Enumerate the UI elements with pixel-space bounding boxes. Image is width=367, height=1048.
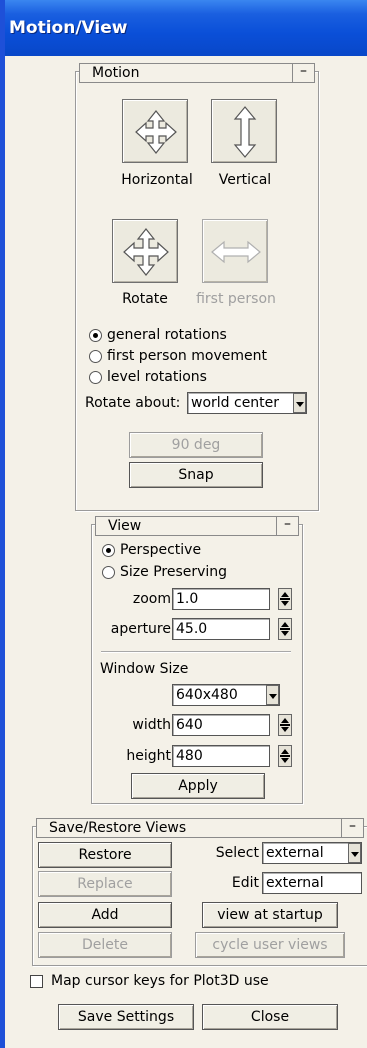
select-label: Select	[215, 845, 259, 861]
radio-label: Size Preserving	[120, 564, 228, 580]
radio-level-rotations[interactable]: level rotations	[89, 368, 207, 386]
horizontal-label: Horizontal	[121, 172, 193, 188]
save-restore-header: Save/Restore Views –	[36, 818, 364, 838]
aperture-label: aperture	[110, 621, 171, 637]
map-cursor-checkbox[interactable]	[30, 975, 43, 988]
snap-button[interactable]: Snap	[129, 462, 263, 488]
view-at-startup-button[interactable]: view at startup	[202, 902, 338, 928]
radio-button	[89, 350, 102, 363]
radio-button	[89, 371, 102, 384]
select-view-dropdown[interactable]: external	[262, 842, 362, 864]
height-label: height	[126, 748, 171, 764]
height-stepper[interactable]	[278, 745, 292, 767]
four-way-arrow-icon	[135, 110, 177, 154]
add-button[interactable]: Add	[38, 902, 172, 928]
rotate-label: Rotate	[122, 291, 168, 307]
height-input[interactable]: 480	[172, 745, 270, 767]
rotate-about-label: Rotate about:	[85, 395, 181, 411]
motion-view-window: Motion/View Motion – Horizontal Vertical…	[0, 0, 367, 1048]
chevron-down-icon[interactable]	[266, 685, 279, 705]
replace-button[interactable]: Replace	[38, 871, 172, 897]
restore-button[interactable]: Restore	[38, 842, 172, 868]
motion-panel-title: Motion	[92, 65, 140, 81]
motion-minimize-button[interactable]: –	[292, 63, 314, 83]
aperture-input[interactable]: 45.0	[172, 618, 270, 640]
radio-button	[102, 566, 115, 579]
window-size-value: 640x480	[176, 687, 238, 703]
radio-general-rotations[interactable]: general rotations	[89, 326, 227, 344]
chevron-down-icon[interactable]	[348, 843, 361, 863]
save-settings-button[interactable]: Save Settings	[58, 1004, 194, 1030]
delete-button[interactable]: Delete	[38, 932, 172, 958]
first-person-label: first person	[196, 291, 276, 307]
rotate-arrows-icon	[123, 228, 169, 276]
vertical-label: Vertical	[218, 172, 272, 188]
zoom-stepper[interactable]	[278, 588, 292, 610]
edit-label: Edit	[231, 875, 259, 891]
map-cursor-label: Map cursor keys for Plot3D use	[51, 973, 269, 989]
view-divider	[101, 651, 291, 653]
radio-button	[102, 544, 115, 557]
first-person-button[interactable]	[202, 219, 268, 283]
rotate-about-select[interactable]: world center	[187, 392, 307, 414]
save-restore-minimize-button[interactable]: –	[341, 818, 363, 838]
rotate-button[interactable]	[112, 219, 178, 283]
save-restore-title: Save/Restore Views	[49, 820, 187, 836]
motion-panel-header: Motion –	[79, 63, 315, 83]
width-label: width	[132, 717, 171, 733]
radio-first-person-movement[interactable]: first person movement	[89, 347, 267, 365]
edit-view-input[interactable]: external	[262, 872, 362, 894]
radio-button	[89, 329, 102, 342]
zoom-input[interactable]: 1.0	[172, 588, 270, 610]
view-minimize-button[interactable]: –	[276, 516, 298, 536]
radio-label: level rotations	[107, 369, 207, 385]
rotate-about-value: world center	[191, 395, 280, 411]
horizontal-double-arrow-icon	[211, 240, 261, 264]
ninety-deg-button[interactable]: 90 deg	[129, 432, 263, 458]
radio-label: Perspective	[120, 542, 202, 558]
radio-size-preserving[interactable]: Size Preserving	[102, 563, 227, 581]
window-size-select[interactable]: 640x480	[172, 684, 280, 706]
horizontal-button[interactable]	[122, 99, 188, 163]
select-view-value: external	[266, 845, 324, 861]
apply-button[interactable]: Apply	[131, 773, 265, 799]
vertical-arrow-icon	[233, 106, 257, 158]
window-title: Motion/View	[5, 0, 367, 56]
chevron-down-icon[interactable]	[293, 393, 306, 413]
window-size-label: Window Size	[100, 661, 189, 677]
vertical-button[interactable]	[211, 99, 277, 163]
cycle-user-views-button[interactable]: cycle user views	[195, 932, 345, 958]
radio-label: first person movement	[107, 348, 267, 364]
width-stepper[interactable]	[278, 714, 292, 736]
radio-perspective[interactable]: Perspective	[102, 541, 201, 559]
zoom-label: zoom	[132, 591, 171, 607]
close-button[interactable]: Close	[202, 1004, 338, 1030]
radio-label: general rotations	[107, 327, 227, 343]
view-panel-header: View –	[95, 516, 299, 536]
view-panel-title: View	[108, 518, 142, 534]
aperture-stepper[interactable]	[278, 618, 292, 640]
width-input[interactable]: 640	[172, 714, 270, 736]
